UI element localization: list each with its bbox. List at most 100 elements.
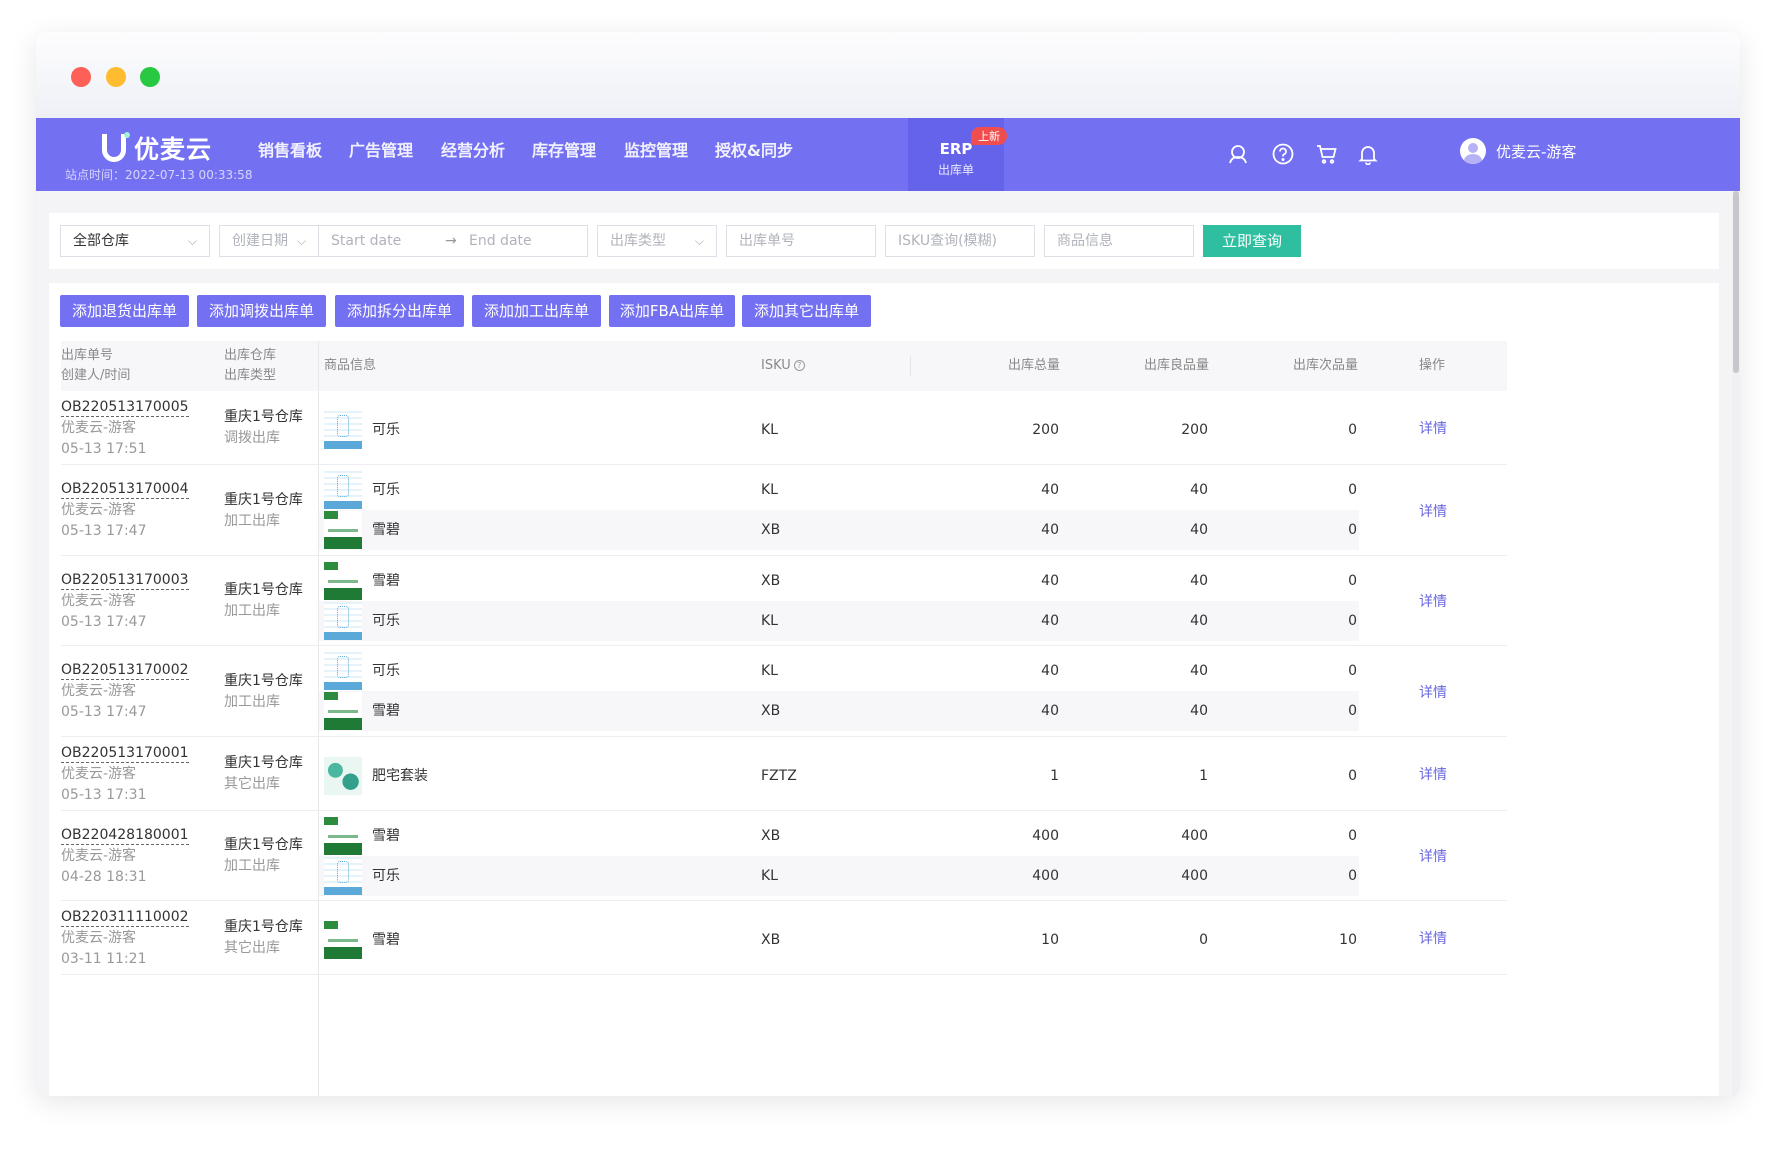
product-info-input[interactable]: 商品信息 [1044,225,1194,257]
info-icon[interactable]: ? [793,360,805,371]
add-transfer-outbound-button[interactable]: 添加调拨出库单 [197,295,326,327]
total-qty: 400 [1032,828,1059,844]
product-name: 雪碧 [372,703,400,719]
order-cell: OB220311110002 优麦云-游客 03-11 11:21 [61,907,189,970]
good-qty: 40 [1190,703,1208,719]
chevron-down-icon: ⌵ [296,234,306,248]
warehouse-cell: 重庆1号仓库 其它出库 [224,753,303,795]
detail-link[interactable]: 详情 [1419,846,1447,866]
product-thumbnail [324,817,362,855]
end-date-input[interactable]: End date [469,226,532,256]
close-window-button[interactable] [71,67,91,87]
warehouse-name: 重庆1号仓库 [224,582,303,598]
order-no-link[interactable]: OB220311110002 [61,908,189,927]
table-row: OB220311110002 优麦云-游客 03-11 11:21 重庆1号仓库 其它出… [61,901,1507,975]
detail-link[interactable]: 详情 [1419,591,1447,611]
product-thumbnail [324,602,362,640]
nav-item-erp[interactable]: ERP 出库单 上新 [908,118,1007,191]
detail-link[interactable]: 详情 [1419,682,1447,702]
product-thumbnail [324,652,362,690]
order-no-link[interactable]: OB220513170003 [61,571,189,590]
header-product: 商品信息 [324,358,377,373]
order-no-link[interactable]: OB220513170002 [61,661,189,680]
good-qty: 40 [1190,522,1208,538]
nav-item-monitoring[interactable]: 监控管理 [624,118,688,191]
add-split-outbound-button[interactable]: 添加拆分出库单 [335,295,464,327]
product-thumbnail [324,562,362,600]
warehouse-cell: 重庆1号仓库 调拨出库 [224,407,303,449]
cart-icon[interactable] [1313,140,1341,168]
outbound-type-select[interactable]: 出库类型 ⌵ [597,225,717,257]
isku-value: XB [761,828,781,844]
detail-link[interactable]: 详情 [1419,764,1447,784]
detail-link[interactable]: 详情 [1419,418,1447,438]
product-line: 肥宅套装 FZTZ 1 1 0 [319,756,1359,796]
date-type-select[interactable]: 创建日期 ⌵ [219,225,319,257]
start-date-input[interactable]: Start date [331,233,401,249]
defective-qty: 0 [1348,613,1357,629]
order-cell: OB220513170005 优麦云-游客 05-13 17:51 [61,397,189,460]
defective-qty: 0 [1348,482,1357,498]
customer-service-icon[interactable] [1224,140,1252,168]
nav-item-inventory[interactable]: 库存管理 [532,118,596,191]
isku-value: KL [761,422,778,438]
header-creator-time: 创建人/时间 [61,368,131,383]
good-qty: 40 [1190,613,1208,629]
site-time: 站点时间：2022-07-13 00:33:58 [65,168,253,182]
search-button[interactable]: 立即查询 [1203,225,1301,257]
warehouse-select[interactable]: 全部仓库 ⌵ [60,225,210,257]
warehouse-name: 重庆1号仓库 [224,492,303,508]
total-qty: 400 [1032,868,1059,884]
detail-link[interactable]: 详情 [1419,928,1447,948]
warehouse-name: 重庆1号仓库 [224,673,303,689]
defective-qty: 0 [1348,768,1357,784]
chevron-down-icon: ⌵ [694,234,704,248]
add-fba-outbound-button[interactable]: 添加FBA出库单 [609,295,735,327]
isku-value: XB [761,522,781,538]
good-qty: 400 [1181,828,1208,844]
product-name: 可乐 [372,482,400,498]
total-qty: 40 [1041,703,1059,719]
maximize-window-button[interactable] [140,67,160,87]
page-scrollbar[interactable] [1732,191,1740,1096]
bell-icon[interactable] [1354,140,1382,168]
order-no-link[interactable]: OB220513170001 [61,744,189,763]
date-range-picker[interactable]: Start date → End date [318,225,588,257]
scrollbar-thumb[interactable] [1733,191,1739,373]
table-row: OB220513170003 优麦云-游客 05-13 17:47 重庆1号仓库 加工出… [61,556,1507,646]
add-processing-outbound-button[interactable]: 添加加工出库单 [472,295,601,327]
filter-panel: 全部仓库 ⌵ 创建日期 ⌵ Start date → End date 出库类型… [49,213,1719,269]
add-return-outbound-button[interactable]: 添加退货出库单 [60,295,189,327]
product-thumbnail [324,857,362,895]
nav-item-business-analysis[interactable]: 经营分析 [441,118,505,191]
isku-query-input[interactable]: ISKU查询(模糊) [885,225,1035,257]
creator: 优麦云-游客 [61,593,137,609]
range-arrow-icon: → [445,233,457,249]
logo[interactable]: 优麦云 [102,130,212,166]
warehouse-cell: 重庆1号仓库 其它出库 [224,917,303,959]
order-no-link[interactable]: OB220428180001 [61,826,189,845]
table-row: OB220513170005 优麦云-游客 05-13 17:51 重庆1号仓库 调拨出… [61,391,1507,465]
header-good: 出库良品量 [1144,358,1210,373]
product-name: 雪碧 [372,522,400,538]
total-qty: 40 [1041,482,1059,498]
user-menu[interactable]: 优麦云-游客 [1460,138,1576,164]
creator: 优麦云-游客 [61,683,137,699]
warehouse-cell: 重庆1号仓库 加工出库 [224,671,303,713]
nav-item-sales-board[interactable]: 销售看板 [258,118,322,191]
order-no-link[interactable]: OB220513170005 [61,398,189,417]
nav-item-auth-sync[interactable]: 授权&同步 [715,118,793,191]
product-line: 可乐 KL 40 40 0 [319,651,1359,691]
table-header: 出库单号 创建人/时间 出库仓库 出库类型 商品信息 ISKU? 出库总量 出库… [61,341,1507,391]
date-type-value: 创建日期 [232,233,288,249]
isku-value: XB [761,703,781,719]
order-no-link[interactable]: OB220513170004 [61,480,189,499]
header-defective: 出库次品量 [1293,358,1359,373]
add-other-outbound-button[interactable]: 添加其它出库单 [742,295,871,327]
detail-link[interactable]: 详情 [1419,501,1447,521]
order-no-input[interactable]: 出库单号 [726,225,876,257]
minimize-window-button[interactable] [106,67,126,87]
product-line: 可乐 KL 40 40 0 [319,470,1359,510]
nav-item-ad-management[interactable]: 广告管理 [349,118,413,191]
help-icon[interactable] [1269,140,1297,168]
